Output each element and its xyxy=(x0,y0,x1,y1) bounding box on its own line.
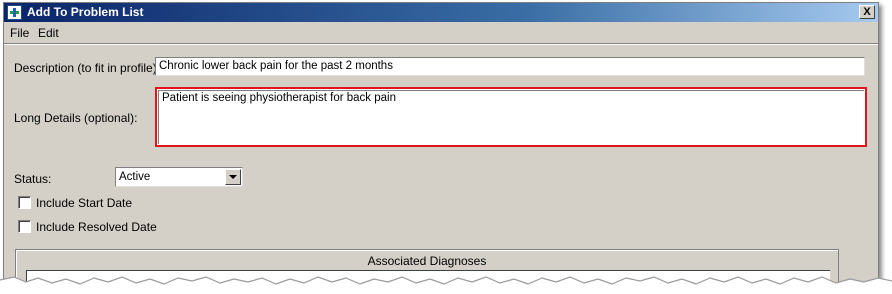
include-resolved-date-label[interactable]: Include Resolved Date xyxy=(36,220,157,234)
include-start-date-checkbox[interactable] xyxy=(18,196,31,209)
status-selected-value: Active xyxy=(119,171,151,183)
associated-diagnoses-title: Associated Diagnoses xyxy=(367,254,487,268)
add-to-problem-list-dialog: Add To Problem List X File Edit Descript… xyxy=(3,2,879,292)
close-button[interactable]: X xyxy=(859,5,875,19)
include-start-date-label[interactable]: Include Start Date xyxy=(36,196,132,210)
torn-paper-edge xyxy=(0,276,892,294)
menu-file[interactable]: File xyxy=(10,26,29,40)
medical-cross-icon xyxy=(7,5,22,20)
close-icon: X xyxy=(863,6,871,18)
description-input[interactable]: Chronic lower back pain for the past 2 m… xyxy=(155,57,865,76)
menu-edit[interactable]: Edit xyxy=(38,26,59,40)
menu-bar: File Edit xyxy=(4,23,878,42)
chevron-down-icon xyxy=(229,175,237,179)
long-details-textarea[interactable]: Patient is seeing physiotherapist for ba… xyxy=(158,90,864,144)
status-dropdown[interactable]: Active xyxy=(115,167,243,187)
include-resolved-date-checkbox[interactable] xyxy=(18,220,31,233)
cross-vertical xyxy=(13,8,16,17)
menu-separator xyxy=(4,43,878,45)
status-dropdown-button[interactable] xyxy=(225,169,241,185)
title-bar[interactable]: Add To Problem List X xyxy=(4,3,878,22)
long-details-highlight: Patient is seeing physiotherapist for ba… xyxy=(155,87,867,147)
description-label: Description (to fit in profile): xyxy=(14,61,161,75)
window-title: Add To Problem List xyxy=(27,5,144,19)
status-label: Status: xyxy=(14,172,52,186)
long-details-label: Long Details (optional): xyxy=(14,111,138,125)
